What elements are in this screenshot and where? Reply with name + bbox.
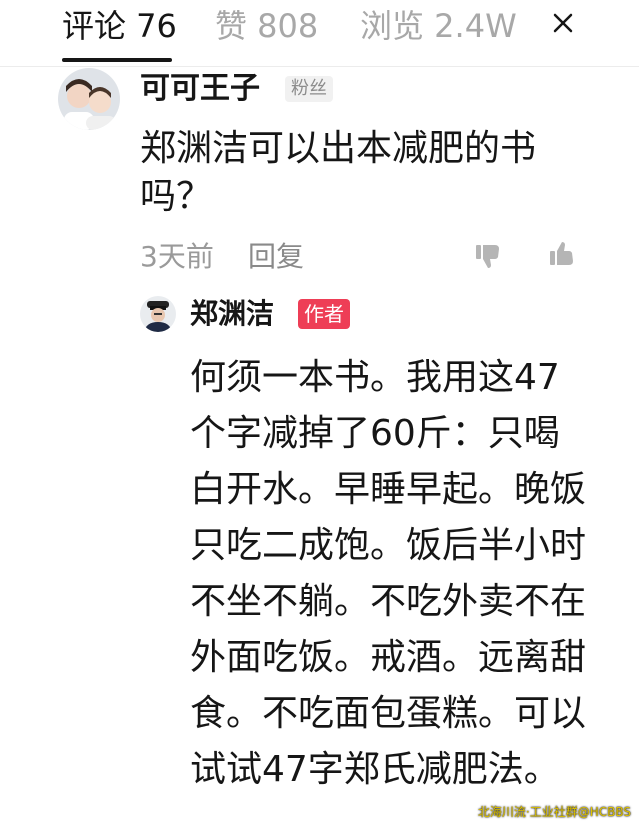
avatar[interactable] xyxy=(140,296,176,332)
watermark: 北海川流·工业社群@HCBBS xyxy=(477,805,631,819)
reply-button[interactable]: 回复 xyxy=(248,240,304,274)
comment-tabs-header: 评论 76 赞 808 浏览 2.4W xyxy=(0,0,639,67)
close-icon xyxy=(553,13,573,33)
reply-text: 何须一本书。我用这47个字减掉了60斤：只喝白开水。早睡早起。晚饭只吃二成饱。饭… xyxy=(190,357,587,790)
active-tab-indicator xyxy=(62,58,172,62)
close-button[interactable] xyxy=(548,8,578,38)
user-avatar-image xyxy=(58,68,120,130)
tab-likes[interactable]: 赞 808 xyxy=(215,6,318,46)
fan-badge: 粉丝 xyxy=(285,76,333,102)
comment-text: 郑渊洁可以出本减肥的书吗？ xyxy=(140,128,537,217)
like-button[interactable] xyxy=(548,240,576,272)
comment-username[interactable]: 可可王子 xyxy=(140,70,260,108)
tab-comments[interactable]: 评论 76 xyxy=(62,6,177,46)
avatar[interactable] xyxy=(58,68,120,130)
tab-views[interactable]: 浏览 2.4W xyxy=(360,6,517,46)
dislike-button[interactable] xyxy=(474,242,502,274)
author-badge: 作者 xyxy=(298,299,350,329)
thumbs-down-icon xyxy=(476,245,499,268)
reply-username[interactable]: 郑渊洁 xyxy=(190,296,274,332)
author-avatar-image xyxy=(140,296,176,332)
comment-time: 3天前 xyxy=(140,240,214,273)
thumbs-up-icon xyxy=(550,242,573,265)
